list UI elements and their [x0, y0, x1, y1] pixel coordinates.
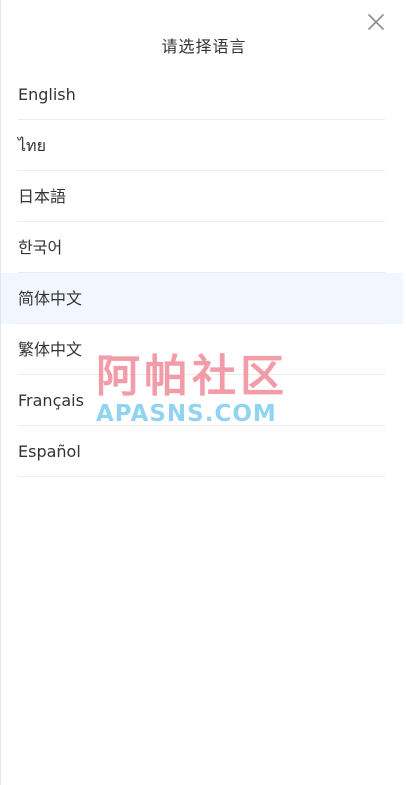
language-item-french[interactable]: Français [1, 375, 406, 426]
close-button[interactable] [366, 12, 386, 32]
language-list: English ไทย 日本語 한국어 简体中文 繁体中文 Français E… [1, 69, 406, 477]
language-item-english[interactable]: English [1, 69, 406, 120]
language-item-traditional-chinese[interactable]: 繁体中文 [1, 324, 406, 375]
language-label: 한국어 [18, 238, 63, 257]
language-label: 繁体中文 [18, 340, 83, 359]
close-icon [368, 14, 384, 30]
language-label: Español [18, 442, 81, 461]
language-item-japanese[interactable]: 日本語 [1, 171, 406, 222]
language-label: ไทย [18, 136, 46, 155]
language-picker-panel: 请选择语言 English ไทย 日本語 한국어 简体中文 繁体中文 Fran… [0, 0, 406, 785]
language-label: 简体中文 [18, 289, 83, 308]
dialog-title: 请选择语言 [161, 37, 247, 56]
language-item-simplified-chinese[interactable]: 简体中文 [1, 273, 403, 324]
language-label: 日本語 [18, 187, 67, 206]
language-label: Français [18, 391, 84, 410]
language-label: English [18, 85, 76, 104]
language-item-korean[interactable]: 한국어 [1, 222, 406, 273]
divider [18, 476, 385, 477]
language-item-thai[interactable]: ไทย [1, 120, 406, 171]
language-item-spanish[interactable]: Español [1, 426, 406, 477]
